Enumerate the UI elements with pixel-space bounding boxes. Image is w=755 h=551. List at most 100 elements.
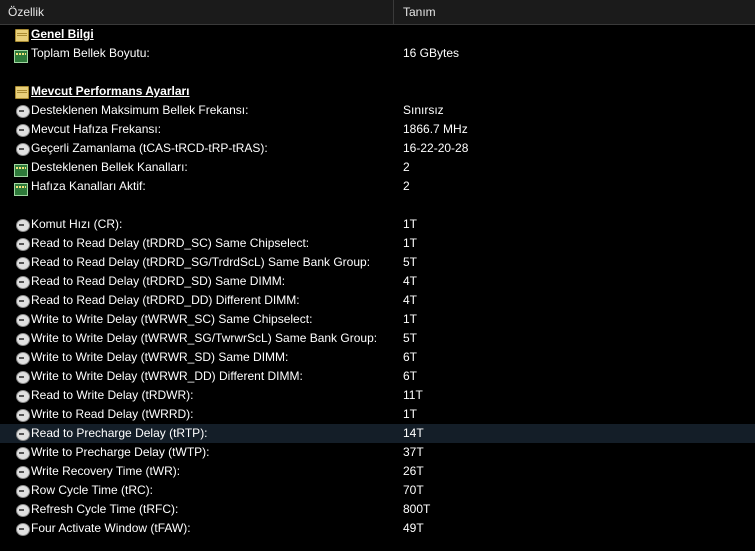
book-icon [15,86,29,99]
property-value: 49T [403,521,424,535]
property-name: Read to Read Delay (tRDRD_SD) Same DIMM: [31,274,286,288]
property-value: 6T [403,369,418,383]
list-item[interactable]: Desteklenen Bellek Kanalları: 2 [0,158,755,177]
property-value: 1T [403,407,418,421]
list-item[interactable]: Four Activate Window (tFAW): 49T [0,519,755,538]
property-name: Write Recovery Time (tWR): [31,464,181,478]
list-item[interactable]: Write to Read Delay (tWRRD): 1T [0,405,755,424]
property-name: Write to Write Delay (tWRWR_SG/TwrwrScL)… [31,331,378,345]
section-title: Genel Bilgi [31,27,94,41]
property-value: 5T [403,255,418,269]
property-name: Write to Write Delay (tWRWR_DD) Differen… [31,369,303,383]
list-item[interactable]: Row Cycle Time (tRC): 70T [0,481,755,500]
list-item[interactable]: Read to Read Delay (tRDRD_SD) Same DIMM:… [0,272,755,291]
blank-row [0,63,755,82]
clock-icon [16,447,30,460]
list-item[interactable]: Read to Read Delay (tRDRD_SG/TrdrdScL) S… [0,253,755,272]
property-name: Four Activate Window (tFAW): [31,521,191,535]
section-header-row[interactable]: Genel Bilgi [0,25,755,44]
list-item[interactable]: Refresh Cycle Time (tRFC): 800T [0,500,755,519]
clock-icon [16,219,30,232]
ram-icon [14,183,28,196]
property-name: Read to Write Delay (tRDWR): [31,388,194,402]
blank-row [0,196,755,215]
property-name: Toplam Bellek Boyutu: [31,46,150,60]
list-item[interactable]: Write to Precharge Delay (tWTP): 37T [0,443,755,462]
clock-icon [16,390,30,403]
property-value: 16 GBytes [403,46,460,60]
property-name: Desteklenen Maksimum Bellek Frekansı: [31,103,249,117]
list-item[interactable]: Read to Write Delay (tRDWR): 11T [0,386,755,405]
list-item[interactable]: Desteklenen Maksimum Bellek Frekansı: Sın… [0,101,755,120]
list-item[interactable]: Read to Precharge Delay (tRTP): 14T [0,424,755,443]
list-item[interactable]: Geçerli Zamanlama (tCAS-tRCD-tRP-tRAS): 1… [0,139,755,158]
property-value: 1T [403,217,418,231]
property-name: Read to Read Delay (tRDRD_SG/TrdrdScL) S… [31,255,371,269]
property-value: 37T [403,445,424,459]
list-item[interactable]: Write Recovery Time (tWR): 26T [0,462,755,481]
property-name: Read to Read Delay (tRDRD_SC) Same Chips… [31,236,310,250]
clock-icon [16,371,30,384]
property-value: 2 [403,179,410,193]
property-value: 4T [403,274,418,288]
clock-icon [16,466,30,479]
column-header-property[interactable]: Özellik [0,0,394,24]
property-name: Geçerli Zamanlama (tCAS-tRCD-tRP-tRAS): [31,141,268,155]
list-item[interactable]: Write to Write Delay (tWRWR_DD) Differen… [0,367,755,386]
property-name: Write to Read Delay (tWRRD): [31,407,194,421]
list-item[interactable]: Read to Read Delay (tRDRD_SC) Same Chips… [0,234,755,253]
property-value: 11T [403,388,423,402]
clock-icon [16,523,30,536]
ram-icon [14,50,28,63]
property-name: Desteklenen Bellek Kanalları: [31,160,188,174]
property-name: Refresh Cycle Time (tRFC): [31,502,179,516]
property-value: 16-22-20-28 [403,141,469,155]
clock-icon [16,409,30,422]
section-title: Mevcut Performans Ayarları [31,84,190,98]
property-name: Hafıza Kanalları Aktif: [31,179,146,193]
list-item[interactable]: Write to Write Delay (tWRWR_SG/TwrwrScL)… [0,329,755,348]
clock-icon [16,485,30,498]
list-item[interactable]: Read to Read Delay (tRDRD_DD) Different … [0,291,755,310]
clock-icon [16,238,30,251]
property-value: 1866.7 MHz [403,122,468,136]
property-value: 4T [403,293,418,307]
clock-icon [16,295,30,308]
clock-icon [16,333,30,346]
property-name: Mevcut Hafıza Frekansı: [31,122,162,136]
list-item[interactable]: Komut Hızı (CR): 1T [0,215,755,234]
property-value: 70T [403,483,424,497]
list-item[interactable]: Hafıza Kanalları Aktif: 2 [0,177,755,196]
list-item[interactable]: Toplam Bellek Boyutu: 16 GBytes [0,44,755,63]
property-value: 6T [403,350,418,364]
property-list: Genel Bilgi Toplam Bellek Boyutu: 16 GByte… [0,25,755,538]
property-name: Write to Precharge Delay (tWTP): [31,445,210,459]
property-value: 26T [403,464,424,478]
ram-icon [14,164,28,177]
clock-icon [16,428,30,441]
column-header: Özellik Tanım [0,0,755,25]
property-value: 800T [403,502,431,516]
property-value: 1T [403,236,418,250]
property-name: Read to Precharge Delay (tRTP): [31,426,208,440]
list-item[interactable]: Mevcut Hafıza Frekansı: 1866.7 MHz [0,120,755,139]
property-value: 2 [403,160,410,174]
list-item[interactable]: Write to Write Delay (tWRWR_SD) Same DIM… [0,348,755,367]
property-name: Write to Write Delay (tWRWR_SC) Same Chi… [31,312,313,326]
property-name: Komut Hızı (CR): [31,217,123,231]
property-value: 14T [403,426,424,440]
property-name: Row Cycle Time (tRC): [31,483,154,497]
clock-icon [16,105,30,118]
clock-icon [16,276,30,289]
clock-icon [16,257,30,270]
property-value: 5T [403,331,418,345]
column-header-value[interactable]: Tanım [395,0,755,24]
section-header-row[interactable]: Mevcut Performans Ayarları [0,82,755,101]
list-item[interactable]: Write to Write Delay (tWRWR_SC) Same Chi… [0,310,755,329]
clock-icon [16,124,30,137]
clock-icon [16,504,30,517]
property-name: Write to Write Delay (tWRWR_SD) Same DIM… [31,350,289,364]
property-name: Read to Read Delay (tRDRD_DD) Different … [31,293,300,307]
property-value: Sınırsız [403,103,444,117]
property-value: 1T [403,312,418,326]
